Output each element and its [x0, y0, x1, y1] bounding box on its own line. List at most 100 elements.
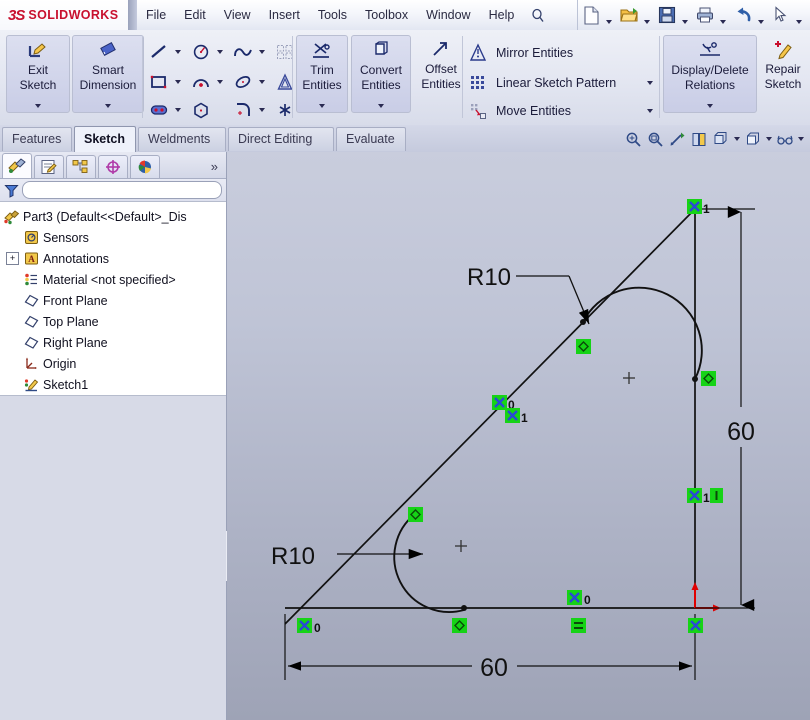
- circle-tool[interactable]: [188, 40, 226, 64]
- sketch-fillet-tool[interactable]: [230, 98, 268, 122]
- chevron-down-icon[interactable]: [644, 99, 656, 123]
- slot-icon[interactable]: [146, 98, 172, 122]
- feature-filter-input[interactable]: [22, 181, 222, 199]
- chevron-down-icon[interactable]: [352, 99, 410, 112]
- point-star-icon[interactable]: [272, 98, 298, 122]
- tree-item-sketch1[interactable]: Sketch1: [2, 374, 226, 395]
- sketch-upper-fillet-arc[interactable]: [583, 288, 702, 379]
- panel-tab-configuration-manager[interactable]: [66, 155, 96, 178]
- display-style-icon[interactable]: [742, 128, 764, 150]
- arc-tool[interactable]: [188, 70, 226, 94]
- offset-entities-button[interactable]: Offset Entities: [414, 35, 468, 113]
- rectangle-tool[interactable]: [146, 70, 184, 94]
- move-entities-command[interactable]: Move Entities: [466, 98, 656, 124]
- trim-entities-button[interactable]: Trim Entities: [296, 35, 348, 113]
- panel-expand-button[interactable]: »: [211, 156, 218, 178]
- tab-evaluate[interactable]: Evaluate: [336, 127, 406, 151]
- menu-tools[interactable]: Tools: [309, 0, 356, 30]
- dimension-lower-radius[interactable]: R10: [271, 543, 423, 570]
- tree-item-sensors[interactable]: Sensors: [2, 227, 226, 248]
- tab-direct-editing[interactable]: Direct Editing: [228, 127, 334, 151]
- undo-arrow-icon[interactable]: [731, 2, 755, 28]
- chevron-down-icon[interactable]: [256, 40, 268, 64]
- chevron-down-icon[interactable]: [172, 98, 184, 122]
- menu-help[interactable]: Help: [480, 0, 524, 30]
- point-tool[interactable]: [272, 98, 298, 122]
- smart-dimension-button[interactable]: Smart Dimension: [72, 35, 144, 113]
- qat-save-document[interactable]: [654, 0, 692, 30]
- tree-item-top-plane[interactable]: Top Plane: [2, 311, 226, 332]
- new-document-icon[interactable]: [579, 2, 603, 28]
- exit-sketch-button[interactable]: Exit Sketch: [6, 35, 70, 113]
- relation-glyph-upper-arc-tangent[interactable]: [576, 339, 591, 354]
- chevron-down-icon[interactable]: [732, 128, 742, 150]
- tab-features[interactable]: Features: [2, 127, 72, 151]
- chevron-down-icon[interactable]: [7, 99, 69, 112]
- chevron-down-icon[interactable]: [172, 70, 184, 94]
- tree-item-right-plane[interactable]: Right Plane: [2, 332, 226, 353]
- chevron-down-icon[interactable]: [796, 128, 806, 150]
- tab-weldments[interactable]: Weldments: [138, 127, 226, 151]
- menu-insert[interactable]: Insert: [260, 0, 309, 30]
- chevron-down-icon[interactable]: [214, 40, 226, 64]
- rectangle-icon[interactable]: [146, 70, 172, 94]
- qat-undo[interactable]: [730, 0, 768, 30]
- text-tool[interactable]: [272, 70, 298, 94]
- spline-tool[interactable]: [230, 40, 268, 64]
- spline-icon[interactable]: [230, 40, 256, 64]
- sketch-point-upper-tangent[interactable]: [692, 376, 698, 382]
- qat-new-document[interactable]: [578, 0, 616, 30]
- ellipse-tool[interactable]: [230, 70, 268, 94]
- pushpin-icon[interactable]: [527, 0, 547, 30]
- relation-glyph-bottom-left[interactable]: 0: [297, 618, 321, 635]
- chevron-down-icon[interactable]: [73, 99, 143, 112]
- tree-item-material[interactable]: Material <not specified>: [2, 269, 226, 290]
- section-view-icon[interactable]: [688, 128, 710, 150]
- chevron-down-icon[interactable]: [641, 0, 653, 32]
- sketch-lower-fillet-arc[interactable]: [394, 514, 464, 612]
- relation-glyph-vertical[interactable]: [710, 488, 723, 503]
- sketch-origin-marker[interactable]: [692, 582, 722, 612]
- menu-edit[interactable]: Edit: [175, 0, 215, 30]
- dimension-horizontal-60[interactable]: 60: [285, 614, 695, 682]
- chevron-down-icon[interactable]: [214, 70, 226, 94]
- sketch-point-arc-start[interactable]: [580, 319, 586, 325]
- chevron-down-icon[interactable]: [256, 70, 268, 94]
- chevron-down-icon[interactable]: [256, 98, 268, 122]
- relation-glyph-diagonal-lower[interactable]: 1: [505, 408, 528, 425]
- glasses-icon[interactable]: [774, 128, 796, 150]
- menu-view[interactable]: View: [215, 0, 260, 30]
- qat-print-document[interactable]: [692, 0, 730, 30]
- chevron-down-icon[interactable]: [297, 99, 347, 112]
- relation-glyph-bottom-tangent[interactable]: [452, 618, 467, 633]
- dimension-vertical-60[interactable]: 60: [695, 209, 755, 608]
- relation-glyph-lower-arc-tangent[interactable]: [408, 507, 423, 522]
- polygon-tool[interactable]: [188, 98, 214, 122]
- sketch-point-lower-tangent[interactable]: [461, 605, 467, 611]
- sketch-pattern-tool[interactable]: [272, 40, 298, 64]
- chevron-down-icon[interactable]: [644, 71, 656, 95]
- relation-glyph-top-right[interactable]: 1: [687, 199, 710, 216]
- line-icon[interactable]: [146, 40, 172, 64]
- chevron-down-icon[interactable]: [603, 0, 615, 32]
- slot-tool[interactable]: [146, 98, 184, 122]
- panel-tab-display-manager[interactable]: [130, 155, 160, 178]
- linear-sketch-pattern-command[interactable]: Linear Sketch Pattern: [466, 70, 656, 96]
- cursor-arrow-icon[interactable]: [769, 2, 793, 28]
- chevron-down-icon[interactable]: [679, 0, 691, 32]
- menu-window[interactable]: Window: [417, 0, 479, 30]
- grid-pattern-icon[interactable]: [272, 40, 298, 64]
- tree-item-origin[interactable]: Origin: [2, 353, 226, 374]
- relation-glyph-right-tangent[interactable]: [701, 371, 716, 386]
- arc-icon[interactable]: [188, 70, 214, 94]
- sketch-canvas[interactable]: R10 R10 60 60 0: [227, 152, 810, 720]
- chevron-down-icon[interactable]: [172, 40, 184, 64]
- convert-entities-button[interactable]: Convert Entities: [351, 35, 411, 113]
- dimension-upper-radius[interactable]: R10: [467, 264, 589, 324]
- chevron-down-icon[interactable]: [793, 0, 805, 32]
- relation-glyph-equal[interactable]: [571, 618, 586, 633]
- panel-tab-feature-manager[interactable]: [2, 153, 32, 178]
- qat-select[interactable]: [768, 0, 806, 30]
- panel-tab-dimxpert-manager[interactable]: [98, 155, 128, 178]
- tree-item-annotations[interactable]: + A Annotations: [2, 248, 226, 269]
